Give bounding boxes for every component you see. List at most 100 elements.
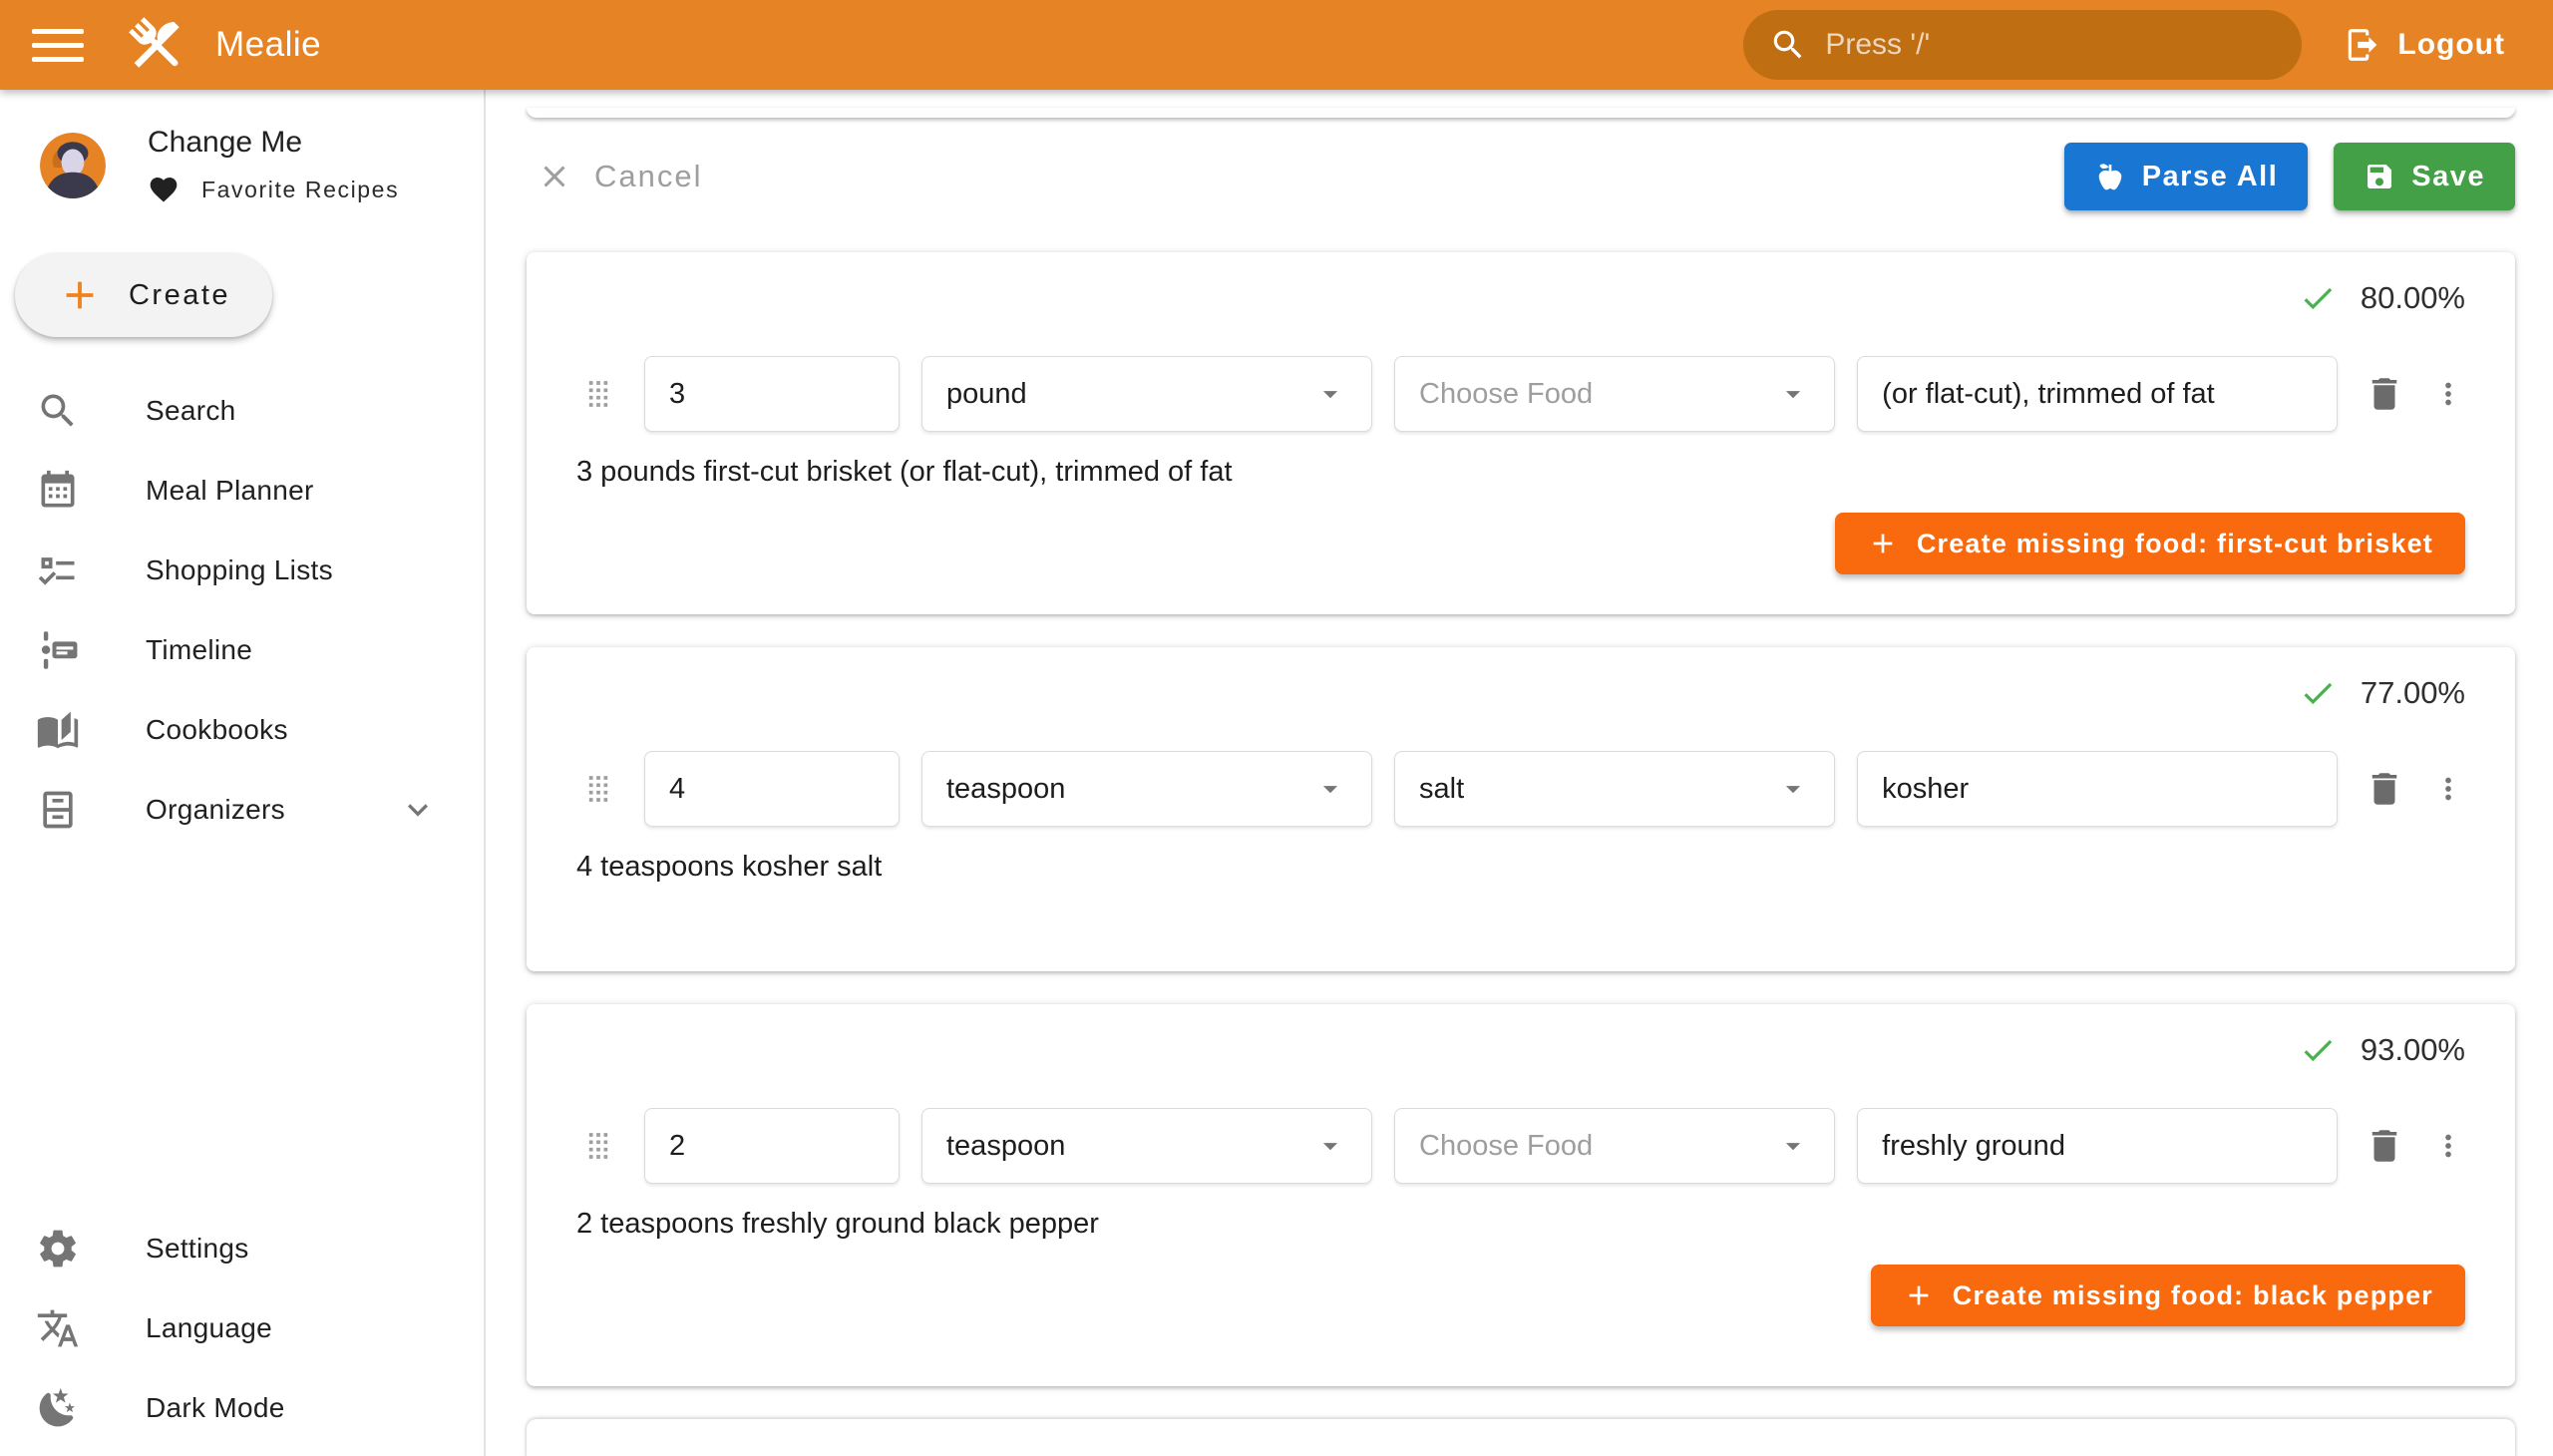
confidence-check-icon [2299,279,2337,317]
create-missing-food-label: Create missing food: first-cut brisket [1917,529,2433,559]
sidebar-item-shopping-lists[interactable]: Shopping Lists [0,531,484,610]
open-book-icon [36,708,80,752]
food-select[interactable]: Choose Food [1394,356,1835,432]
main-content: Cancel Parse All Save [486,90,2553,1456]
trash-icon[interactable] [2364,373,2405,415]
sidebar-item-label: Shopping Lists [146,554,333,586]
parser-toolbar: Cancel Parse All Save [527,143,2515,210]
create-missing-food-button[interactable]: Create missing food: first-cut brisket [1835,513,2465,574]
user-profile[interactable]: Change Me Favorite Recipes [40,126,484,205]
unit-select[interactable]: pound [921,356,1372,432]
note-input[interactable] [1857,356,2338,432]
avatar [40,133,106,198]
plus-icon [57,272,103,318]
unit-value: pound [946,378,1313,411]
previous-card-edge [527,108,2515,118]
timeline-icon [36,628,80,672]
search-icon [1769,26,1807,64]
next-card-edge [527,1419,2515,1456]
unit-select[interactable]: teaspoon [921,1108,1372,1184]
sidebar-footer: Settings Language Dark Mode [0,1209,484,1448]
logout-button[interactable]: Logout [2344,26,2505,64]
mealie-silverware-logo-icon [124,12,189,78]
create-missing-food-label: Create missing food: black pepper [1953,1280,2433,1311]
chevron-down-icon [1776,1129,1810,1163]
save-label: Save [2411,161,2485,193]
sidebar: Change Me Favorite Recipes Create S [0,90,486,1456]
app-bar: Mealie Press '/' Logout [0,0,2553,90]
favorite-recipes-link[interactable]: Favorite Recipes [148,174,399,205]
search-input[interactable]: Press '/' [1743,10,2302,80]
file-cabinet-icon [36,788,80,832]
sidebar-item-cookbooks[interactable]: Cookbooks [0,690,484,770]
confidence-percent: 93.00% [2361,1032,2465,1068]
confidence-percent: 80.00% [2361,280,2465,316]
close-icon [537,159,572,194]
unit-select[interactable]: teaspoon [921,751,1372,827]
kebab-menu-icon[interactable] [2431,768,2465,810]
chevron-down-icon [1313,377,1347,411]
chevron-down-icon [1776,772,1810,806]
quantity-input[interactable] [644,356,900,432]
sidebar-item-label: Search [146,395,236,427]
sidebar-item-label: Organizers [146,794,285,826]
logout-label: Logout [2397,28,2505,62]
create-missing-food-button[interactable]: Create missing food: black pepper [1871,1265,2465,1326]
food-select[interactable]: salt [1394,751,1835,827]
quantity-input[interactable] [644,751,900,827]
gear-icon [36,1227,80,1271]
translate-icon [36,1306,80,1350]
save-button[interactable]: Save [2334,143,2515,210]
sidebar-nav: Search Meal Planner Shopping Lists [0,371,484,850]
confidence-check-icon [2299,1031,2337,1069]
logout-icon [2344,26,2381,64]
original-ingredient-text: 3 pounds first-cut brisket (or flat-cut)… [576,456,2465,489]
drag-handle-icon[interactable] [576,1122,620,1170]
cancel-button[interactable]: Cancel [527,159,713,194]
trash-icon[interactable] [2364,1125,2405,1167]
trash-icon[interactable] [2364,768,2405,810]
sidebar-item-dark-mode[interactable]: Dark Mode [0,1368,484,1448]
create-button[interactable]: Create [15,253,272,337]
app-title: Mealie [215,25,321,65]
chevron-down-icon [1776,377,1810,411]
chevron-down-icon [1313,1129,1347,1163]
sidebar-item-organizers[interactable]: Organizers [0,770,484,850]
plus-icon [1903,1279,1935,1311]
sidebar-item-label: Meal Planner [146,475,314,507]
ingredient-card-pepper: 93.00% teaspoon Choose Food [527,1004,2515,1386]
original-ingredient-text: 4 teaspoons kosher salt [576,851,2465,884]
food-value: salt [1419,773,1776,806]
chevron-down-icon[interactable] [398,790,438,830]
sidebar-item-search[interactable]: Search [0,371,484,451]
plus-icon [1867,528,1899,559]
sidebar-item-label: Language [146,1312,272,1344]
sidebar-item-settings[interactable]: Settings [0,1209,484,1288]
quantity-input[interactable] [644,1108,900,1184]
menu-icon[interactable] [32,19,84,71]
original-ingredient-text: 2 teaspoons freshly ground black pepper [576,1208,2465,1241]
food-select[interactable]: Choose Food [1394,1108,1835,1184]
ingredient-card-brisket: 80.00% pound Choose Food [527,252,2515,614]
note-input[interactable] [1857,1108,2338,1184]
unit-value: teaspoon [946,1130,1313,1163]
parse-all-label: Parse All [2142,161,2279,193]
kebab-menu-icon[interactable] [2431,1125,2465,1167]
favorite-recipes-label: Favorite Recipes [201,177,399,203]
sidebar-item-label: Cookbooks [146,714,288,746]
parse-all-button[interactable]: Parse All [2064,143,2309,210]
confidence-check-icon [2299,674,2337,712]
drag-handle-icon[interactable] [576,765,620,813]
kebab-menu-icon[interactable] [2431,373,2465,415]
drag-handle-icon[interactable] [576,370,620,418]
cancel-label: Cancel [594,159,703,194]
moon-icon [36,1386,80,1430]
sidebar-item-meal-planner[interactable]: Meal Planner [0,451,484,531]
ingredient-card-salt: 77.00% teaspoon salt [527,647,2515,971]
sidebar-item-language[interactable]: Language [0,1288,484,1368]
heart-icon [148,174,180,205]
note-input[interactable] [1857,751,2338,827]
unit-value: teaspoon [946,773,1313,806]
sidebar-item-timeline[interactable]: Timeline [0,610,484,690]
create-button-label: Create [129,279,230,312]
